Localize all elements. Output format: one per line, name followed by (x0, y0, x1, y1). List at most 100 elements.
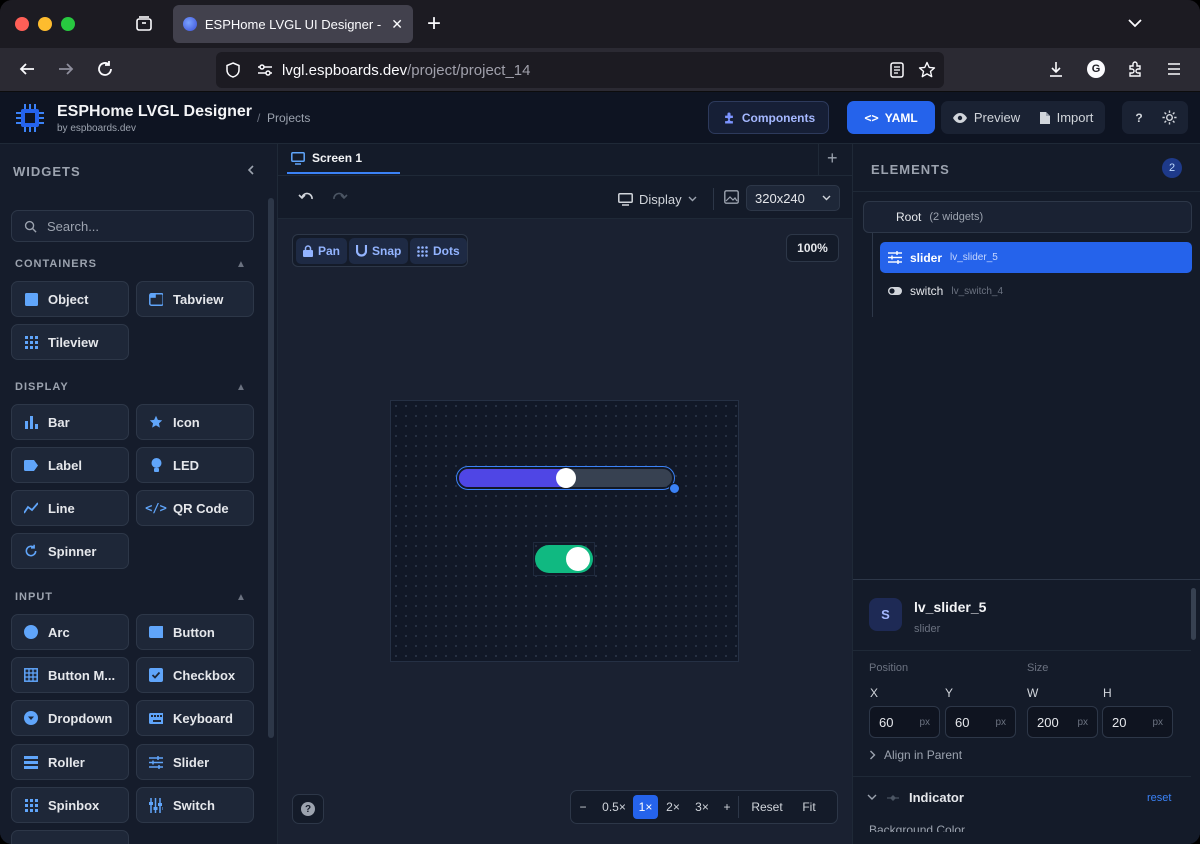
import-button[interactable]: Import (1031, 105, 1101, 130)
widget-roller[interactable]: Roller (11, 744, 129, 780)
menu-hamburger-icon[interactable] (1163, 58, 1185, 80)
align-in-parent-toggle[interactable]: Align in Parent (869, 748, 962, 762)
widget-spinbox[interactable]: Spinbox (11, 787, 129, 823)
widget-line[interactable]: Line (11, 490, 129, 526)
components-button[interactable]: Components (708, 101, 829, 134)
dots-grid-icon (417, 245, 428, 257)
help-circle-button[interactable]: ? (292, 794, 324, 824)
star-icon (149, 415, 163, 429)
add-screen-button[interactable]: + (827, 148, 838, 169)
site-permissions-icon[interactable] (256, 61, 274, 79)
widget-buttonmatrix[interactable]: Button M... (11, 657, 129, 693)
help-button[interactable]: ? (1128, 106, 1150, 129)
switch-widget[interactable] (533, 542, 595, 576)
chevron-down-icon (822, 195, 831, 201)
widget-led[interactable]: LED (136, 447, 254, 483)
maximize-window-button[interactable] (61, 17, 75, 31)
forward-arrow-icon[interactable] (55, 58, 77, 80)
sliders-icon (149, 755, 163, 769)
snap-toggle[interactable]: Snap (349, 238, 409, 264)
zoom-fit-button[interactable]: Fit (795, 800, 823, 814)
help-circle-icon: ? (301, 802, 315, 816)
widget-partial[interactable] (11, 830, 129, 844)
widget-tabview[interactable]: Tabview (136, 281, 254, 317)
y-input[interactable]: 60 px (945, 706, 1016, 738)
h-input[interactable]: 20 px (1102, 706, 1173, 738)
tree-item-slider[interactable]: slider lv_slider_5 (880, 242, 1192, 273)
display-dropdown[interactable]: Display (618, 189, 697, 209)
tab-screen-1[interactable]: Screen 1 (287, 144, 400, 174)
url-bar[interactable]: lvgl.espboards.dev/project/project_14 (216, 52, 944, 88)
collapse-panel-chevron-icon[interactable] (244, 163, 258, 177)
indicator-section-toggle[interactable]: Indicator (867, 790, 964, 805)
section-collapse-chevron-icon[interactable]: ▲ (236, 382, 246, 393)
widget-arc[interactable]: Arc (11, 614, 129, 650)
w-input[interactable]: 200 px (1027, 706, 1098, 738)
canvas-area: Screen 1 + Display 320x240 Pan Snap Dots… (278, 144, 852, 844)
zoom-out-button[interactable]: − (571, 800, 595, 814)
browser-tab[interactable]: ESPHome LVGL UI Designer - Fr ✕ (173, 5, 413, 43)
zoom-2x-button[interactable]: 2× (658, 800, 688, 814)
widget-bar[interactable]: Bar (11, 404, 129, 440)
widget-keyboard[interactable]: Keyboard (136, 700, 254, 736)
redo-icon[interactable] (332, 190, 348, 206)
slider-widget[interactable] (456, 466, 675, 490)
shield-icon[interactable] (224, 61, 242, 79)
zoom-0-5x-button[interactable]: 0.5× (595, 800, 633, 814)
position-label: Position (869, 662, 909, 674)
resolution-select[interactable]: 320x240 (746, 185, 840, 211)
widget-slider[interactable]: Slider (136, 744, 254, 780)
yaml-button[interactable]: <> YAML (847, 101, 935, 134)
extensions-puzzle-icon[interactable] (1124, 58, 1146, 80)
widget-object[interactable]: Object (11, 281, 129, 317)
zoom-1x-button[interactable]: 1× (633, 795, 658, 819)
new-tab-button[interactable]: + (427, 10, 441, 38)
minimize-window-button[interactable] (38, 17, 52, 31)
widget-search[interactable]: Search... (11, 210, 254, 242)
widget-button[interactable]: Button (136, 614, 254, 650)
reader-view-icon[interactable] (888, 61, 906, 79)
scrollbar[interactable] (268, 198, 274, 738)
close-tab-icon[interactable]: ✕ (391, 16, 403, 33)
indicator-reset-link[interactable]: reset (1147, 792, 1171, 804)
widget-qrcode[interactable]: </> QR Code (136, 490, 254, 526)
monitor-icon (618, 192, 633, 206)
close-window-button[interactable] (15, 17, 29, 31)
bookmark-star-icon[interactable] (918, 61, 936, 79)
lvgl-screen[interactable] (390, 400, 739, 662)
theme-sun-icon[interactable] (1158, 106, 1180, 129)
zoom-reset-button[interactable]: Reset (739, 800, 795, 814)
downloads-icon[interactable] (1045, 58, 1067, 80)
widget-icon[interactable]: Icon (136, 404, 254, 440)
reload-icon[interactable] (94, 58, 116, 80)
widget-dropdown[interactable]: Dropdown (11, 700, 129, 736)
x-input[interactable]: 60 px (869, 706, 940, 738)
section-display: DISPLAY (15, 381, 69, 393)
zoom-in-button[interactable]: + (716, 800, 738, 814)
tree-root[interactable]: Root (2 widgets) (863, 201, 1192, 233)
back-arrow-icon[interactable] (16, 58, 38, 80)
widget-tileview[interactable]: Tileview (11, 324, 129, 360)
slider-knob[interactable] (555, 468, 576, 488)
tree-item-switch[interactable]: switch lv_switch_4 (880, 276, 1192, 306)
dots-toggle[interactable]: Dots (410, 238, 467, 264)
widget-spinner[interactable]: Spinner (11, 533, 129, 569)
section-collapse-chevron-icon[interactable]: ▲ (236, 259, 246, 270)
undo-icon[interactable] (298, 190, 314, 206)
widget-checkbox[interactable]: Checkbox (136, 657, 254, 693)
breadcrumb-projects[interactable]: Projects (267, 111, 310, 125)
grid-icon (24, 335, 38, 349)
widget-label: Tabview (173, 291, 224, 307)
account-avatar[interactable]: G (1085, 58, 1107, 80)
preview-button[interactable]: Preview (946, 105, 1026, 130)
zoom-3x-button[interactable]: 3× (688, 800, 716, 814)
tab-overview-icon[interactable] (134, 14, 154, 34)
widget-label-item[interactable]: Label (11, 447, 129, 483)
pan-toggle[interactable]: Pan (296, 238, 348, 264)
tab-list-chevron-icon[interactable] (1126, 14, 1144, 32)
section-collapse-chevron-icon[interactable]: ▲ (236, 592, 246, 603)
image-icon[interactable] (724, 190, 739, 205)
resize-handle[interactable] (669, 483, 680, 494)
properties-scrollbar[interactable] (1191, 588, 1196, 640)
widget-switch[interactable]: Switch (136, 787, 254, 823)
